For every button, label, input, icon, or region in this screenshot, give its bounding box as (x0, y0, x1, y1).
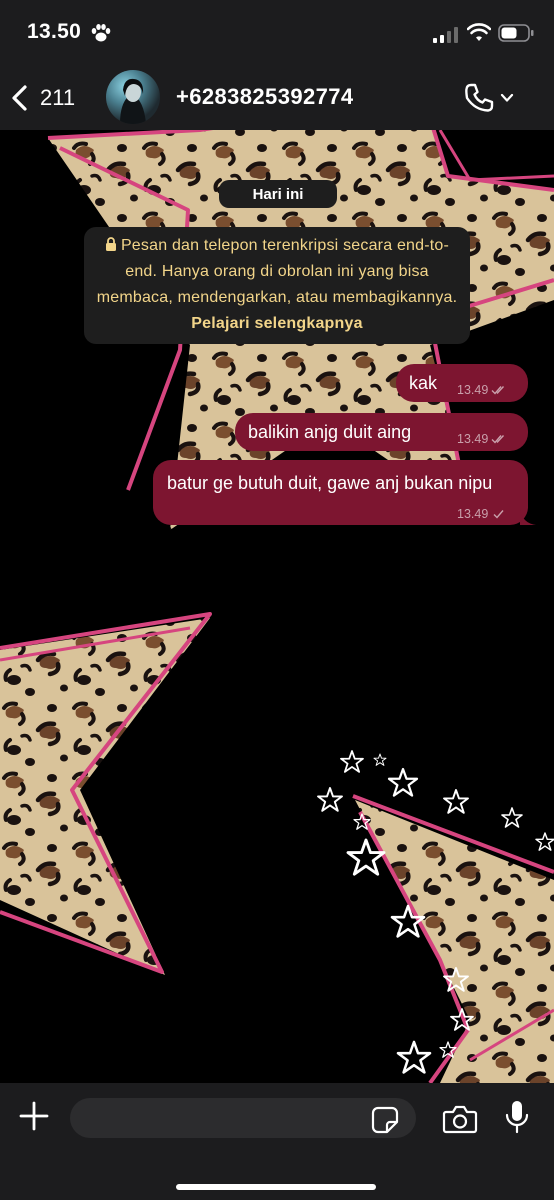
bubble-tail (520, 509, 536, 525)
unread-count: 211 (40, 85, 76, 110)
message-text: kak (409, 373, 438, 393)
chevron-down-icon (500, 93, 514, 102)
message-input[interactable] (70, 1098, 416, 1138)
camera-icon[interactable] (442, 1103, 478, 1135)
learn-more-link[interactable]: Pelajari selengkapnya (191, 315, 362, 332)
home-indicator[interactable] (176, 1184, 376, 1190)
avatar-image (120, 78, 146, 124)
message-bubble[interactable]: batur ge butuh duit, gawe anj bukan nipu… (153, 460, 536, 525)
message-bubble[interactable]: balikin anjg duit aing 13.49 (235, 413, 528, 451)
plus-icon[interactable] (18, 1100, 50, 1132)
message-meta: 13.49 (457, 507, 507, 521)
lock-icon (105, 237, 116, 251)
status-time: 13.50 (27, 20, 82, 43)
encryption-notice[interactable]: Pesan dan telepon terenkripsi secara end… (84, 227, 470, 344)
call-button[interactable] (462, 80, 522, 116)
message-time: 13.49 (457, 383, 489, 397)
chat-header: 211 +6283825392774 (0, 66, 554, 130)
double-tick-icon (491, 386, 505, 395)
wifi-icon (467, 23, 491, 41)
back-button[interactable]: 211 (8, 78, 98, 118)
mic-icon[interactable] (504, 1099, 530, 1135)
message-time: 13.49 (457, 507, 489, 521)
phone-icon (465, 83, 494, 112)
contact-name[interactable]: +6283825392774 (176, 84, 354, 110)
double-tick-icon (491, 435, 505, 444)
input-bar (0, 1083, 554, 1200)
date-label: Hari ini (252, 185, 304, 203)
sticker-icon[interactable] (370, 1105, 400, 1135)
message-time: 13.49 (457, 432, 489, 446)
message-text: batur ge butuh duit, gawe anj bukan nipu (167, 473, 493, 493)
encryption-text: Pesan dan telepon terenkripsi secara end… (96, 237, 458, 306)
paw-icon (91, 24, 111, 42)
avatar[interactable] (106, 70, 160, 124)
message-text: balikin anjg duit aing (248, 422, 412, 442)
status-bar: 13.50 (0, 0, 554, 66)
single-tick-icon (493, 510, 504, 519)
date-separator: Hari ini (219, 180, 337, 208)
signal-icon (433, 27, 458, 43)
message-bubble[interactable]: kak 13.49 (396, 364, 528, 402)
message-meta: 13.49 (457, 432, 507, 446)
battery-icon (498, 24, 534, 42)
back-icon (12, 85, 27, 111)
message-meta: 13.49 (457, 383, 507, 397)
